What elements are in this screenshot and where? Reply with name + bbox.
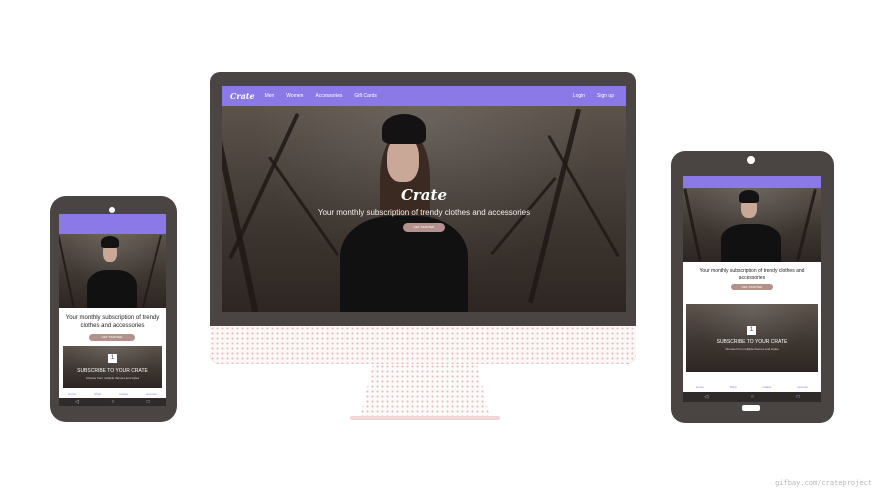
phone-get-started-button[interactable]: GET STARTED bbox=[89, 334, 135, 341]
monitor-chin bbox=[210, 326, 636, 364]
tablet-bottom-nav: Home Shop Crates Account bbox=[683, 382, 821, 392]
phone-appbar bbox=[59, 214, 166, 234]
tablet-tab-crates[interactable]: Crates bbox=[763, 385, 772, 389]
tablet-step-subtitle: Choose from multiple themes and styles bbox=[725, 347, 779, 351]
nav-link-gift-cards[interactable]: Gift Cards bbox=[354, 93, 377, 99]
phone-bottom-nav: Home Shop Crates Account bbox=[59, 390, 166, 398]
tablet-home-icon[interactable]: ○ bbox=[751, 394, 754, 400]
tablet-system-nav: ◁ ○ □ bbox=[683, 392, 821, 402]
desktop-screen: Crate Men Women Accessories Gift Cards L… bbox=[222, 86, 626, 312]
tablet-appbar bbox=[683, 176, 821, 188]
step-title: SUBSCRIBE TO YOUR CRATE bbox=[77, 368, 148, 374]
tablet-recents-icon[interactable]: □ bbox=[797, 394, 800, 400]
hero-tagline: Your monthly subscription of trendy clot… bbox=[317, 208, 531, 217]
tablet-tagline: Your monthly subscription of trendy clot… bbox=[699, 268, 805, 281]
tab-account[interactable]: Account bbox=[146, 392, 157, 396]
nav-link-accessories[interactable]: Accessories bbox=[315, 93, 342, 99]
tablet-step-number-badge: 1 bbox=[747, 326, 756, 335]
tablet-step-title: SUBSCRIBE TO YOUR CRATE bbox=[716, 339, 788, 345]
tab-shop[interactable]: Shop bbox=[94, 392, 101, 396]
tablet-get-started-button[interactable]: GET STARTED bbox=[731, 284, 773, 290]
recents-icon[interactable]: □ bbox=[147, 399, 150, 405]
phone-system-nav: ◁ ○ □ bbox=[59, 398, 166, 406]
phone-camera bbox=[109, 207, 115, 213]
nav-link-login[interactable]: Login bbox=[573, 93, 585, 99]
tablet-camera bbox=[747, 156, 755, 164]
tab-home[interactable]: Home bbox=[68, 392, 76, 396]
monitor-base bbox=[350, 416, 500, 420]
tablet-back-icon[interactable]: ◁ bbox=[704, 394, 708, 400]
home-icon[interactable]: ○ bbox=[111, 399, 114, 405]
tablet-step-card: 1 SUBSCRIBE TO YOUR CRATE Choose from mu… bbox=[686, 304, 818, 372]
step-number-badge: 1 bbox=[108, 354, 117, 363]
nav-link-men[interactable]: Men bbox=[265, 93, 275, 99]
phone-hero-image bbox=[59, 234, 166, 308]
beanie-hat bbox=[382, 114, 426, 144]
watermark: gifbay.com/crateproject bbox=[775, 479, 872, 487]
tablet-screen: Your monthly subscription of trendy clot… bbox=[683, 176, 821, 402]
nav-link-women[interactable]: Women bbox=[286, 93, 303, 99]
tab-crates[interactable]: Crates bbox=[119, 392, 128, 396]
tablet-tab-home[interactable]: Home bbox=[696, 385, 704, 389]
nav-link-signup[interactable]: Sign up bbox=[597, 93, 614, 99]
phone-step-card: 1 SUBSCRIBE TO YOUR CRATE Choose from mu… bbox=[63, 346, 162, 388]
back-icon[interactable]: ◁ bbox=[75, 399, 79, 405]
get-started-button[interactable]: GET STARTED bbox=[403, 223, 445, 232]
desktop-navbar: Crate Men Women Accessories Gift Cards L… bbox=[222, 86, 626, 106]
brand-logo[interactable]: Crate bbox=[230, 91, 255, 101]
tablet-hero-image bbox=[683, 188, 821, 262]
tablet-tab-account[interactable]: Account bbox=[797, 385, 808, 389]
tablet-tab-shop[interactable]: Shop bbox=[730, 385, 737, 389]
phone-screen: Your monthly subscription of trendy clot… bbox=[59, 214, 166, 406]
step-subtitle: Choose from multiple themes and styles bbox=[85, 376, 140, 380]
tablet-home-button[interactable] bbox=[742, 405, 760, 411]
phone-tagline: Your monthly subscription of trendy clot… bbox=[65, 315, 160, 329]
monitor-stand bbox=[360, 364, 490, 418]
hero-title: Crate bbox=[400, 186, 448, 204]
